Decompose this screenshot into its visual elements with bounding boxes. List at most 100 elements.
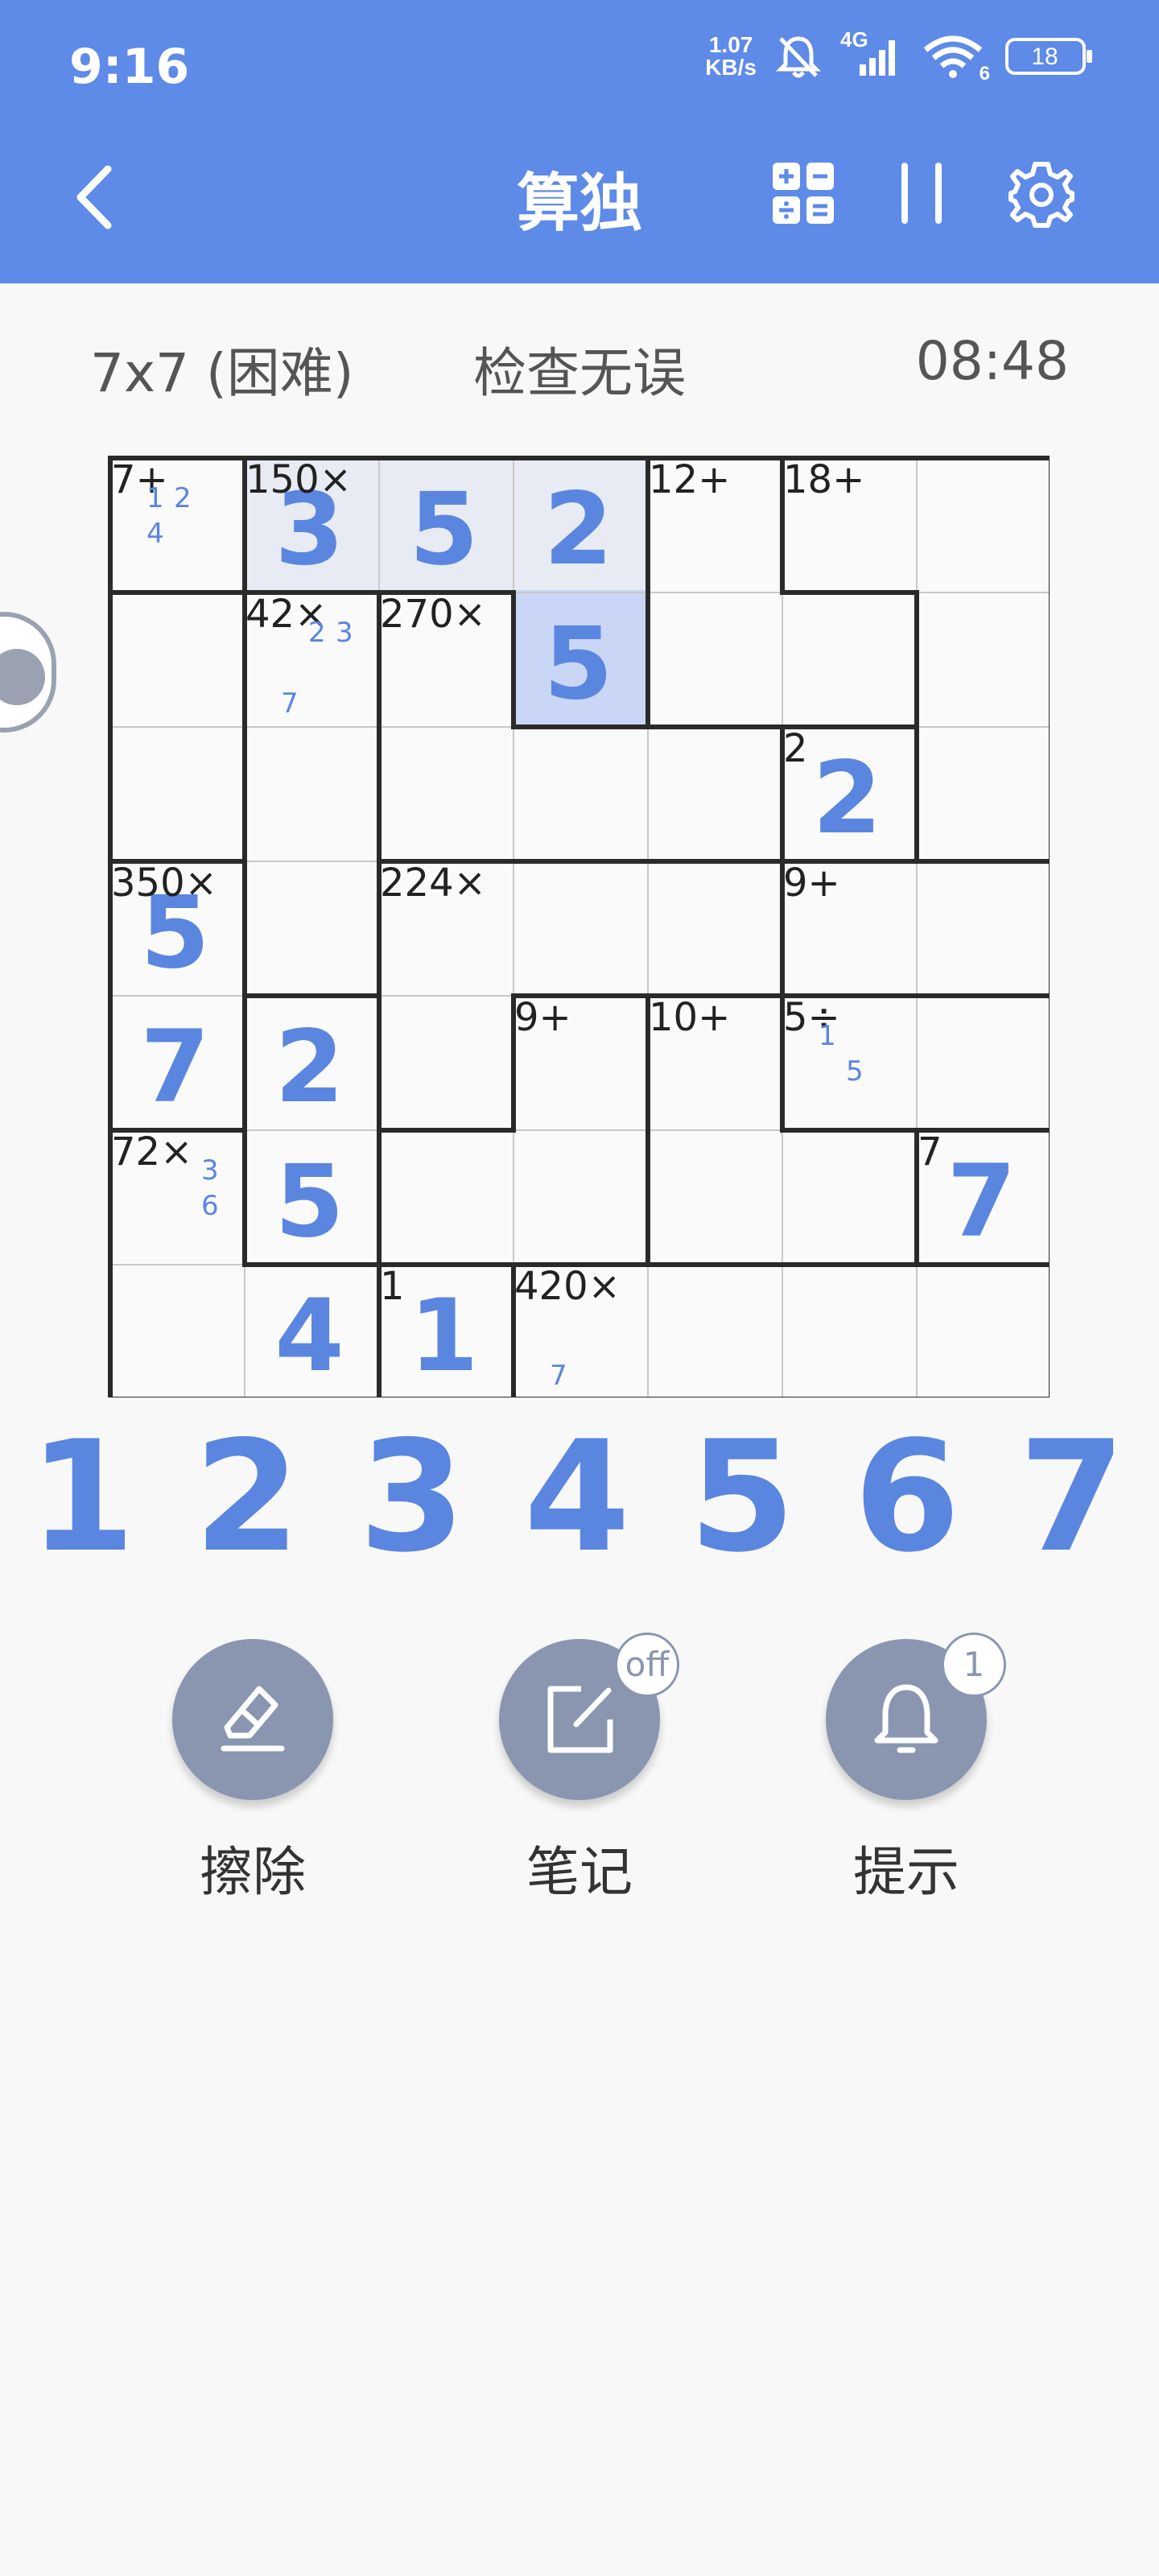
board-cell[interactable] (914, 724, 1049, 859)
board-cell[interactable]: 10+ (645, 993, 780, 1128)
board-cell[interactable]: 9+ (511, 993, 645, 1128)
board-cell[interactable] (242, 859, 377, 993)
hint-button[interactable]: 1 提示 (802, 1633, 1011, 1906)
board-cell[interactable]: 3 150× (242, 456, 377, 590)
board-cell[interactable]: 420× 7 (511, 1262, 645, 1397)
board-cell[interactable] (511, 724, 645, 859)
board-cell[interactable] (645, 1262, 780, 1397)
board-cell[interactable]: 9+ (780, 859, 914, 993)
cage-clue: 7 (918, 1129, 942, 1174)
pause-icon[interactable] (893, 161, 950, 225)
candidate-note: 3 (336, 617, 353, 649)
number-key-1[interactable]: 1 (18, 1421, 146, 1574)
wifi-label: 6 (979, 63, 990, 85)
number-key-4[interactable]: 4 (513, 1421, 641, 1574)
calculator-icon[interactable] (771, 161, 835, 225)
note-circle[interactable]: off (499, 1633, 679, 1800)
board-cell[interactable]: 72× 3 6 (108, 1128, 242, 1262)
number-key-3[interactable]: 3 (348, 1421, 476, 1574)
cage-clue: 150× (245, 457, 352, 502)
board-cell[interactable]: 2 (511, 456, 645, 590)
board-cell[interactable]: 11 (377, 1262, 511, 1397)
board-cell[interactable] (242, 724, 377, 859)
board-cell[interactable] (914, 590, 1049, 724)
board-cell[interactable]: 2 (242, 993, 377, 1128)
note-button[interactable]: off 笔记 (475, 1633, 684, 1906)
board-cell[interactable]: 42× 2 3 7 (242, 590, 377, 724)
number-key-5[interactable]: 5 (678, 1421, 806, 1574)
net-speed-unit: KB/s (705, 55, 757, 80)
board-cell[interactable]: 18+ (780, 456, 914, 590)
cage-clue: 420× (514, 1264, 621, 1309)
candidate-note: 4 (146, 518, 164, 550)
board-cell[interactable]: 270× (377, 590, 511, 724)
number-key-2[interactable]: 2 (183, 1421, 311, 1574)
board-cell[interactable]: 4 (242, 1262, 377, 1397)
battery-level: 18 (1031, 43, 1058, 70)
board-cell[interactable]: 7 (108, 993, 242, 1128)
cage-clue: 12+ (649, 457, 731, 502)
board-cell[interactable] (914, 1262, 1049, 1397)
board-cell[interactable]: 5 350× (108, 859, 242, 993)
hint-count-badge: 1 (942, 1633, 1006, 1697)
cage-clue: 270× (380, 592, 486, 637)
number-pad: 1234567 (0, 1421, 1159, 1574)
board-cell[interactable] (108, 1262, 242, 1397)
signal-icon: 4G (840, 27, 905, 80)
board-cell[interactable] (780, 590, 914, 724)
erase-circle[interactable] (172, 1639, 333, 1800)
board-cell[interactable] (914, 456, 1049, 590)
board-cell[interactable] (377, 993, 511, 1128)
status-icons: 1.07 KB/s 4G 6 18 (705, 27, 1095, 85)
erase-label: 擦除 (200, 1841, 306, 1903)
wifi-icon: 6 (922, 32, 990, 85)
game-timer: 08:48 (915, 330, 1069, 392)
board-cell[interactable] (645, 859, 780, 993)
cell-value: 4 (274, 1278, 344, 1394)
board-cell[interactable] (645, 1128, 780, 1262)
app-header: 9:16 1.07 KB/s 4G 6 18 算独 (0, 0, 1159, 283)
floating-assist-button[interactable] (0, 612, 56, 733)
board-cell[interactable] (511, 1128, 645, 1262)
gear-icon[interactable] (1008, 161, 1075, 229)
erase-button[interactable]: 擦除 (148, 1639, 357, 1906)
board-cell[interactable]: 12+ (645, 456, 780, 590)
board-cell[interactable] (377, 1128, 511, 1262)
board-cell[interactable]: 22 (780, 724, 914, 859)
cell-value: 7 (140, 1009, 210, 1125)
hint-label: 提示 (853, 1841, 959, 1903)
board-cell[interactable] (511, 859, 645, 993)
note-mode-badge: off (615, 1633, 679, 1697)
candidate-note: 1 (819, 1020, 836, 1052)
board-cell[interactable]: 224× (377, 859, 511, 993)
eraser-icon (221, 1686, 285, 1752)
board-cell[interactable]: 5÷ 1 5 (780, 993, 914, 1128)
board-cell[interactable] (108, 724, 242, 859)
battery-icon: 18 (1004, 37, 1095, 76)
cage-clue: 72× (111, 1129, 193, 1174)
board-cell[interactable]: 77 (914, 1128, 1049, 1262)
hint-circle[interactable]: 1 (826, 1633, 1006, 1800)
cell-value: 5 (274, 1143, 344, 1260)
note-label: 笔记 (526, 1841, 633, 1903)
board-cell[interactable]: 5 (511, 590, 645, 724)
board-cell[interactable] (780, 1128, 914, 1262)
board-cell[interactable]: 5 (377, 456, 511, 590)
cage-clue: 9+ (783, 861, 840, 906)
board-cell[interactable] (645, 724, 780, 859)
candidate-note: 3 (201, 1154, 219, 1187)
cage-clue: 18+ (783, 457, 865, 502)
net-speed: 1.07 KB/s (705, 34, 757, 79)
board-cell[interactable] (780, 1262, 914, 1397)
board-cell[interactable] (108, 590, 242, 724)
board-cell[interactable]: 7+ 1 2 4 (108, 456, 242, 590)
board-cell[interactable] (914, 859, 1049, 993)
board-cell[interactable] (645, 590, 780, 724)
cage-clue: 2 (783, 726, 808, 771)
board-cell[interactable] (377, 724, 511, 859)
board-cell[interactable]: 5 (242, 1128, 377, 1262)
number-key-6[interactable]: 6 (843, 1421, 971, 1574)
board-cell[interactable] (914, 993, 1049, 1128)
number-key-7[interactable]: 7 (1008, 1421, 1136, 1574)
cage-clue: 1 (380, 1264, 405, 1309)
